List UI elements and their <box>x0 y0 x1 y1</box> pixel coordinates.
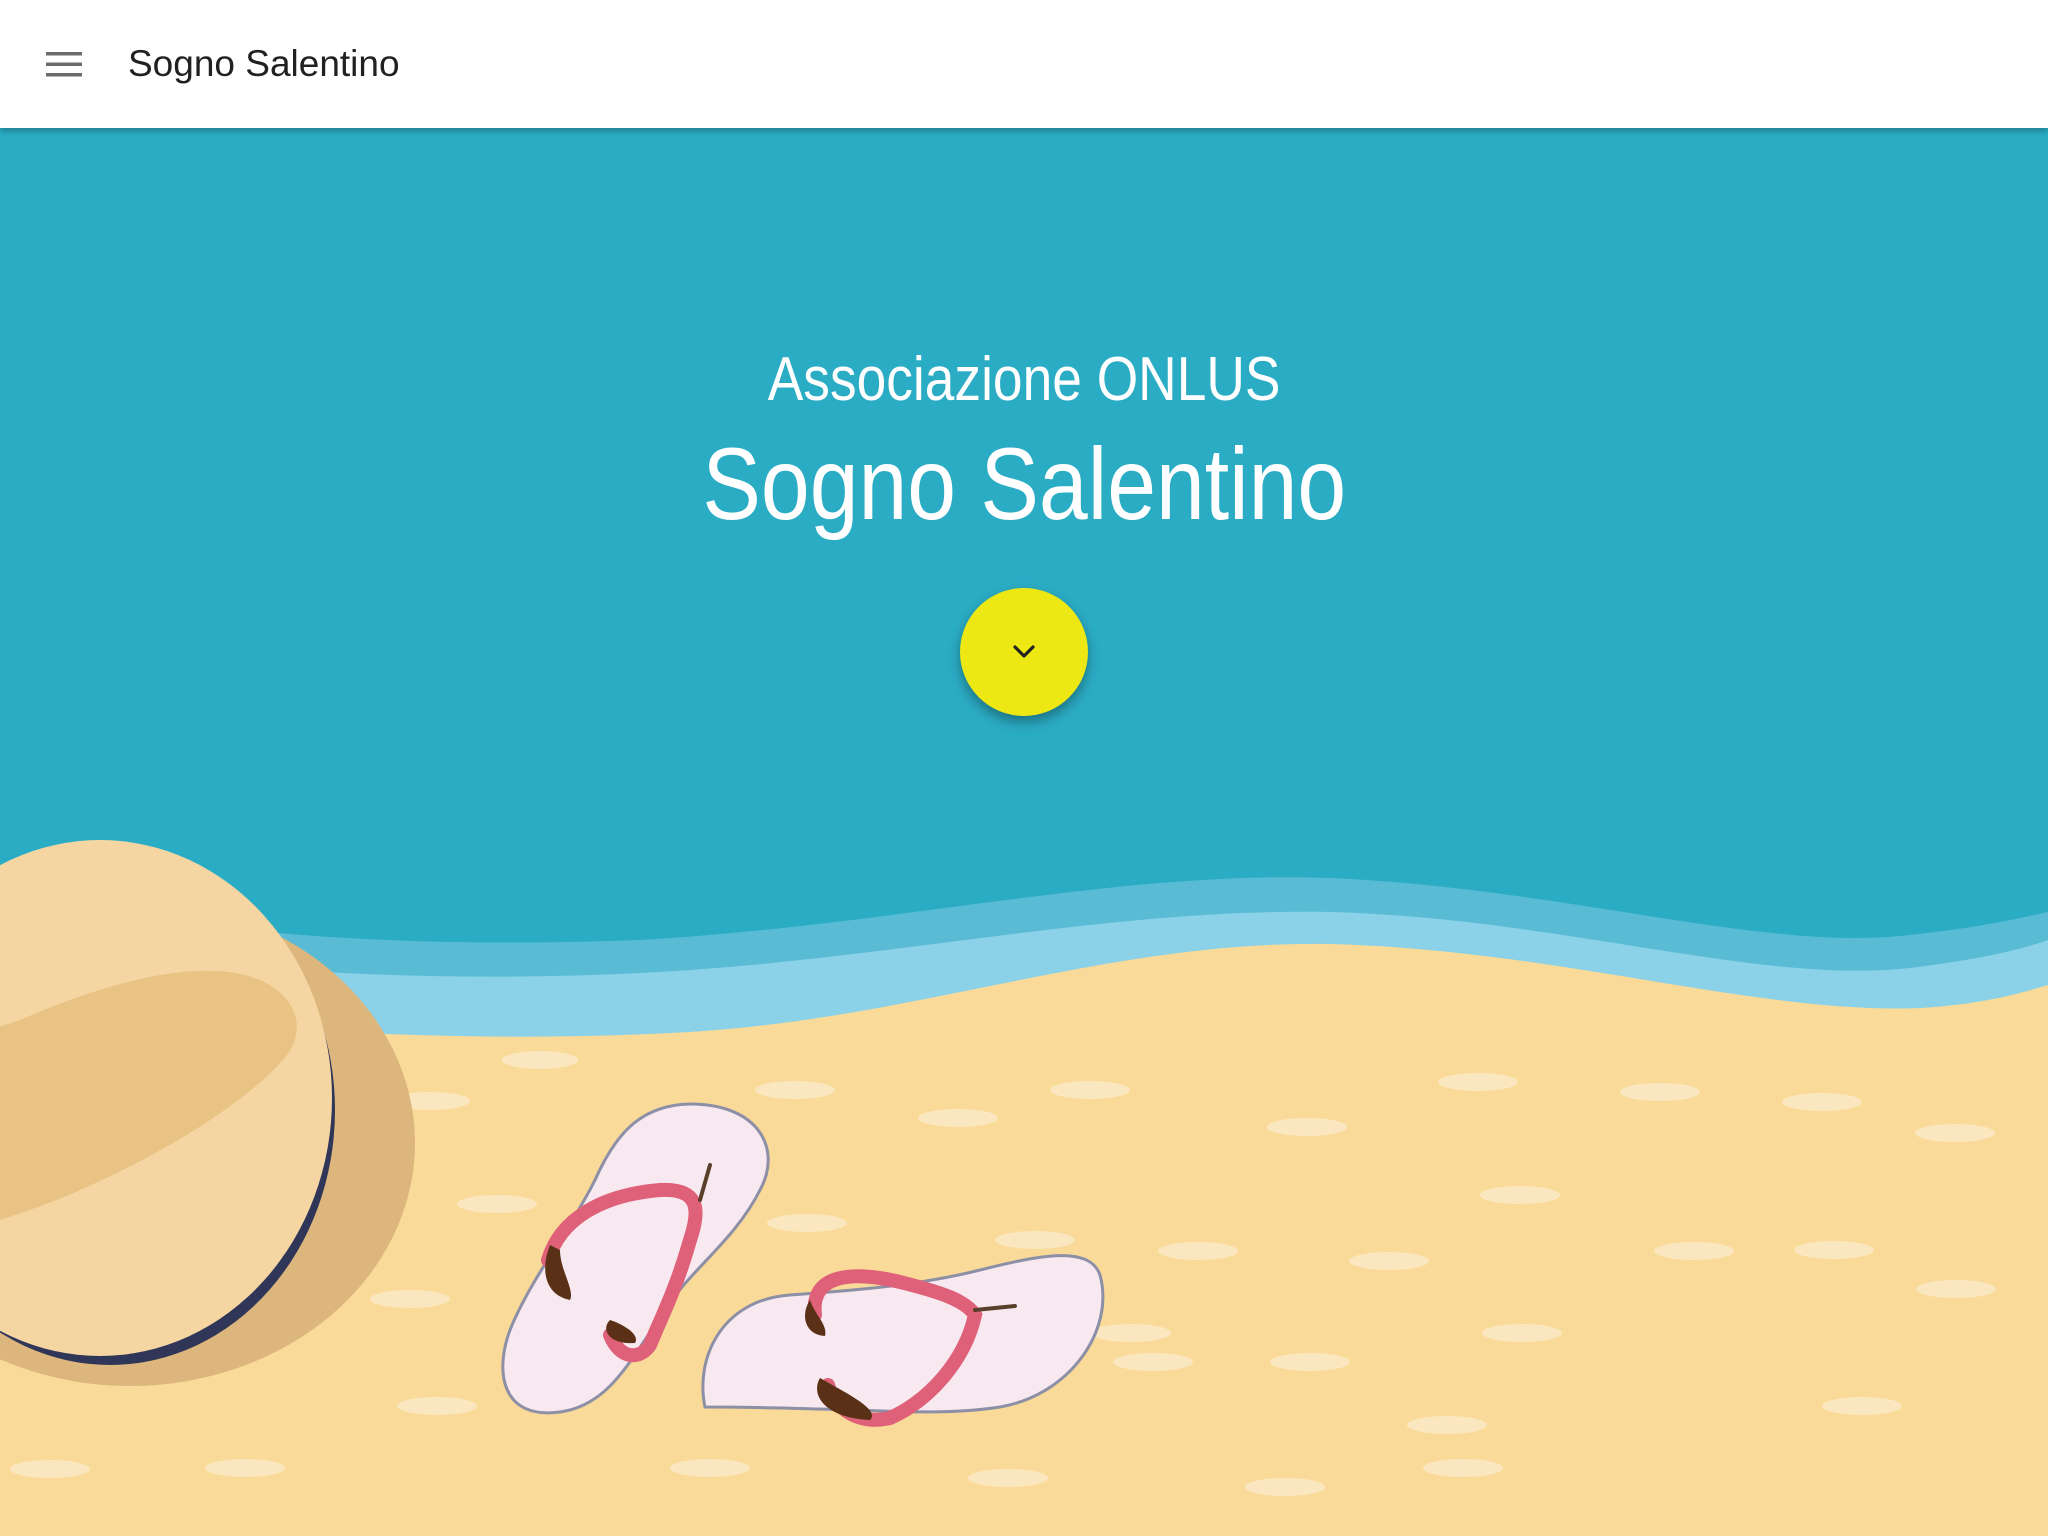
chevron-down-icon <box>1013 645 1035 658</box>
hero-title: Sogno Salentino <box>702 427 1346 541</box>
scroll-down-button[interactable] <box>960 588 1088 716</box>
menu-button[interactable] <box>33 33 95 95</box>
hero-heading: Associazione ONLUS Sogno Salentino <box>0 340 2048 544</box>
top-app-bar: Sogno Salentino <box>0 0 2048 128</box>
menu-icon <box>46 52 82 77</box>
beach-illustration <box>0 0 2048 1536</box>
app-title: Sogno Salentino <box>128 43 400 84</box>
hero-subtitle: Associazione ONLUS <box>767 345 1281 414</box>
page: Sogno Salentino Associazione ONLUS Sogno… <box>0 0 2048 1536</box>
